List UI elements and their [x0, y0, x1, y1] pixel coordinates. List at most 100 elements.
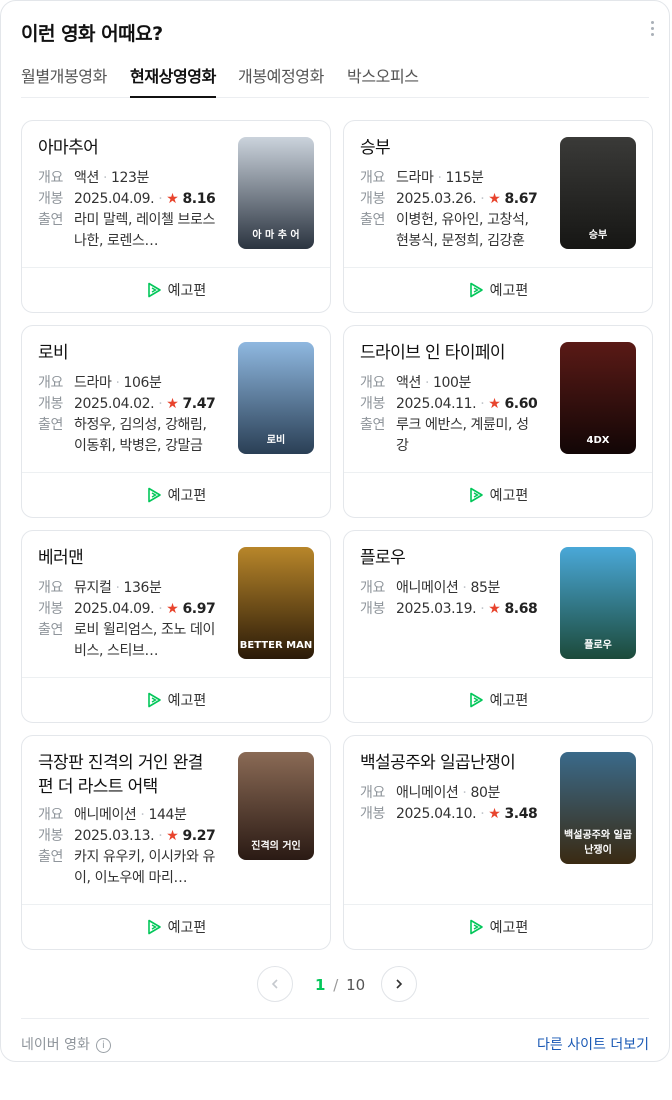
movie-title[interactable]: 플로우: [360, 546, 538, 570]
more-sites-link[interactable]: 다른 사이트 더보기: [537, 1034, 649, 1054]
rating: 7.47: [182, 396, 216, 412]
movie-card[interactable]: 승부 개요 드라마 · 115분 개봉 2025.03.26. · ★ 8.67 출연 이…: [343, 120, 653, 313]
movie-poster[interactable]: 로비: [238, 342, 314, 454]
runtime: 123분: [111, 170, 150, 186]
genre: 드라마: [74, 375, 112, 391]
rating: 8.67: [504, 191, 538, 207]
page-indicator: 1 / 10: [315, 976, 365, 994]
movie-card[interactable]: 드라이브 인 타이페이 개요 액션 · 100분 개봉 2025.04.11. · ★ 6…: [343, 325, 653, 518]
trailer-button[interactable]: 예고편: [344, 677, 652, 722]
rating: 6.97: [182, 601, 216, 617]
movie-card[interactable]: 플로우 개요 애니메이션 · 85분 개봉 2025.03.19. · ★ 8.68 플로…: [343, 530, 653, 723]
release-date: 2025.04.10.: [396, 806, 477, 822]
movie-title[interactable]: 베러맨: [38, 546, 216, 570]
movie-poster[interactable]: 승부: [560, 137, 636, 249]
movie-card[interactable]: 로비 개요 드라마 · 106분 개봉 2025.04.02. · ★ 7.47 출연 하…: [21, 325, 331, 518]
trailer-button[interactable]: 예고편: [22, 472, 330, 517]
movie-title[interactable]: 드라이브 인 타이페이: [360, 341, 538, 365]
cast-row: 출연 라미 말렉, 레이첼 브로스나한, 로렌스…: [38, 210, 218, 252]
release-label: 개봉: [360, 806, 385, 822]
movie-title[interactable]: 승부: [360, 136, 538, 160]
cast-row: 출연 하정우, 김의성, 강해림, 이동휘, 박병은, 강말금: [38, 415, 218, 457]
release-label: 개봉: [360, 191, 385, 207]
cast-row: 출연 로비 윌리엄스, 조노 데이비스, 스티브…: [38, 620, 218, 662]
prev-page-button[interactable]: [257, 966, 293, 1002]
genre-label: 개요: [38, 807, 63, 823]
movie-info: 개요 애니메이션 · 144분 개봉 2025.03.13. · ★ 9.27 출연 카지…: [38, 805, 218, 889]
movie-poster[interactable]: 4DX: [560, 342, 636, 454]
movie-recommendation-panel: 이런 영화 어때요? 월별개봉영화 현재상영영화 개봉예정영화 박스오피스 아마…: [0, 0, 670, 1062]
genre: 애니메이션: [74, 807, 137, 823]
movie-card[interactable]: 백설공주와 일곱난쟁이 개요 애니메이션 · 80분 개봉 2025.04.10. ·…: [343, 735, 653, 950]
tab-upcoming[interactable]: 개봉예정영화: [238, 63, 324, 87]
movie-card[interactable]: 베러맨 개요 뮤지컬 · 136분 개봉 2025.04.09. · ★ 6.97 출연 …: [21, 530, 331, 723]
movie-title[interactable]: 아마추어: [38, 136, 216, 160]
info-icon[interactable]: i: [95, 1037, 111, 1053]
release-date: 2025.03.13.: [74, 828, 155, 844]
runtime: 144분: [148, 807, 187, 823]
movie-info: 개요 드라마 · 106분 개봉 2025.04.02. · ★ 7.47 출연 하정우,…: [38, 373, 218, 457]
movie-info: 개요 애니메이션 · 85분 개봉 2025.03.19. · ★ 8.68: [360, 578, 540, 620]
movie-title[interactable]: 로비: [38, 341, 216, 365]
movie-poster[interactable]: 아 마 추 어: [238, 137, 314, 249]
play-icon: [147, 692, 161, 708]
genre-row: 개요 액션 · 100분: [360, 373, 540, 394]
poster-title: 플로우: [584, 640, 612, 651]
poster-title: 4DX: [586, 435, 610, 446]
star-icon: ★: [488, 191, 501, 207]
genre-row: 개요 드라마 · 106분: [38, 373, 218, 394]
movie-poster[interactable]: 진격의 거인: [238, 752, 314, 860]
tab-box-office[interactable]: 박스오피스: [347, 63, 419, 87]
play-icon: [469, 919, 483, 935]
next-page-button[interactable]: [381, 966, 417, 1002]
cast-list: 루크 에반스, 계륜미, 성강: [396, 417, 529, 454]
star-icon: ★: [166, 828, 179, 844]
release-label: 개봉: [38, 191, 63, 207]
more-options-icon[interactable]: [651, 21, 655, 39]
cast-label: 출연: [38, 212, 63, 228]
runtime: 136분: [123, 580, 162, 596]
cast-row: 출연 루크 에반스, 계륜미, 성강: [360, 415, 540, 457]
chevron-left-icon: [271, 979, 278, 989]
trailer-button[interactable]: 예고편: [22, 677, 330, 722]
genre: 애니메이션: [396, 785, 459, 801]
cast-label: 출연: [38, 849, 63, 865]
release-date: 2025.03.19.: [396, 601, 477, 617]
genre-label: 개요: [38, 375, 63, 391]
tab-now-showing[interactable]: 현재상영영화: [130, 63, 216, 98]
movie-poster[interactable]: 백설공주와 일곱난쟁이: [560, 752, 636, 864]
star-icon: ★: [488, 601, 501, 617]
movie-title[interactable]: 극장판 진격의 거인 완결편 더 라스트 어택: [38, 751, 216, 799]
trailer-button[interactable]: 예고편: [22, 904, 330, 949]
movie-title[interactable]: 백설공주와 일곱난쟁이: [360, 751, 538, 775]
trailer-button[interactable]: 예고편: [22, 267, 330, 312]
trailer-button[interactable]: 예고편: [344, 267, 652, 312]
trailer-button[interactable]: 예고편: [344, 904, 652, 949]
play-icon: [147, 282, 161, 298]
release-row: 개봉 2025.04.11. · ★ 6.60: [360, 394, 540, 415]
genre-label: 개요: [38, 580, 63, 596]
poster-title: 아 마 추 어: [252, 230, 300, 241]
movie-card[interactable]: 극장판 진격의 거인 완결편 더 라스트 어택 개요 애니메이션 · 144분 개봉…: [21, 735, 331, 950]
tab-monthly-release[interactable]: 월별개봉영화: [21, 63, 107, 87]
star-icon: ★: [488, 806, 501, 822]
poster-title: 로비: [266, 435, 286, 446]
movie-poster[interactable]: BETTER MAN: [238, 547, 314, 659]
rating: 8.68: [504, 601, 538, 617]
pagination: 1 / 10: [1, 966, 669, 1004]
release-row: 개봉 2025.03.19. · ★ 8.68: [360, 599, 540, 620]
cast-label: 출연: [360, 417, 385, 433]
release-label: 개봉: [360, 601, 385, 617]
movie-card[interactable]: 아마추어 개요 액션 · 123분 개봉 2025.04.09. · ★ 8.16 출연 …: [21, 120, 331, 313]
genre-label: 개요: [360, 375, 385, 391]
release-label: 개봉: [38, 601, 63, 617]
genre-row: 개요 애니메이션 · 80분: [360, 783, 540, 804]
trailer-button[interactable]: 예고편: [344, 472, 652, 517]
cast-list: 로비 윌리엄스, 조노 데이비스, 스티브…: [74, 622, 216, 659]
release-date: 2025.03.26.: [396, 191, 477, 207]
movie-poster[interactable]: 플로우: [560, 547, 636, 659]
release-label: 개봉: [38, 828, 63, 844]
trailer-label: 예고편: [489, 693, 529, 709]
movie-info: 개요 애니메이션 · 80분 개봉 2025.04.10. · ★ 3.48: [360, 783, 540, 825]
release-date: 2025.04.09.: [74, 601, 155, 617]
